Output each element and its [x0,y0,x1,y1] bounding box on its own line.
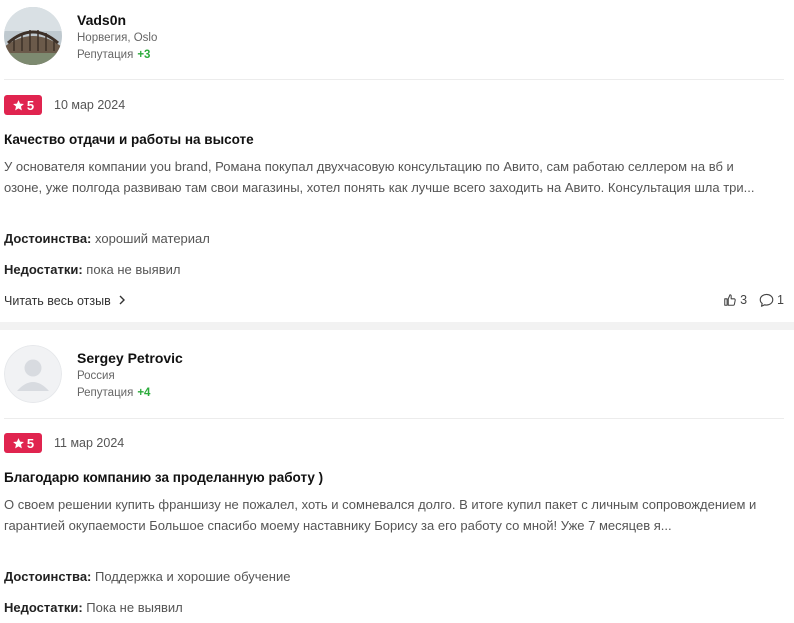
star-icon [12,437,24,448]
cons-label: Недостатки: [4,262,83,277]
user-location: Россия [77,370,115,382]
cons-value: Пока не выявил [86,600,183,615]
reputation-value: +4 [137,387,151,399]
review-title[interactable]: Качество отдачи и работы на высоте [4,132,254,147]
thumbs-up-icon [724,294,736,306]
like-count: 3 [740,293,748,307]
comment-count: 1 [777,293,784,307]
comment-icon [759,293,774,307]
read-more-link[interactable]: Читать весь отзыв [4,294,126,308]
comment-button[interactable]: 1 [759,293,784,307]
review-pros: Достоинства: Поддержка и хорошие обучени… [4,569,290,584]
rating-badge: 5 [4,433,42,453]
review-date: 10 мар 2024 [54,98,126,112]
divider [4,418,784,419]
cons-value: пока не выявил [86,262,181,277]
review-pros: Достоинства: хороший материал [4,231,210,246]
star-icon [12,99,24,110]
review-actions: 3 1 [723,293,784,307]
review-text: О своем решении купить франшизу не пожал… [4,497,757,533]
read-more-label: Читать весь отзыв [4,294,111,308]
rating-value: 5 [26,97,35,113]
avatar[interactable] [4,7,62,65]
like-button[interactable]: 3 [723,293,747,307]
user-name[interactable]: Vads0n [77,12,126,28]
user-location: Норвегия, Oslo [77,32,158,44]
rating-value: 5 [26,435,35,451]
divider [4,79,784,80]
user-reputation: Репутация +3 [77,49,150,61]
reputation-label: Репутация [77,49,134,61]
user-name[interactable]: Sergey Petrovic [77,350,183,366]
avatar[interactable] [4,345,62,403]
review-cons: Недостатки: пока не выявил [4,262,180,277]
review-separator [0,322,794,330]
review-date: 11 мар 2024 [54,436,125,450]
pros-value: Поддержка и хорошие обучение [95,569,291,584]
reputation-value: +3 [137,49,151,61]
review-title[interactable]: Благодарю компанию за проделанную работу… [4,470,323,485]
pros-label: Достоинства: [4,569,92,584]
user-reputation: Репутация +4 [77,387,150,399]
rating-badge: 5 [4,95,42,115]
review-text: У основателя компании you brand, Романа … [4,159,755,195]
cons-label: Недостатки: [4,600,83,615]
pros-label: Достоинства: [4,231,92,246]
reputation-label: Репутация [77,387,134,399]
review-cons: Недостатки: Пока не выявил [4,600,183,615]
pros-value: хороший материал [95,231,210,246]
chevron-right-icon [119,295,126,305]
